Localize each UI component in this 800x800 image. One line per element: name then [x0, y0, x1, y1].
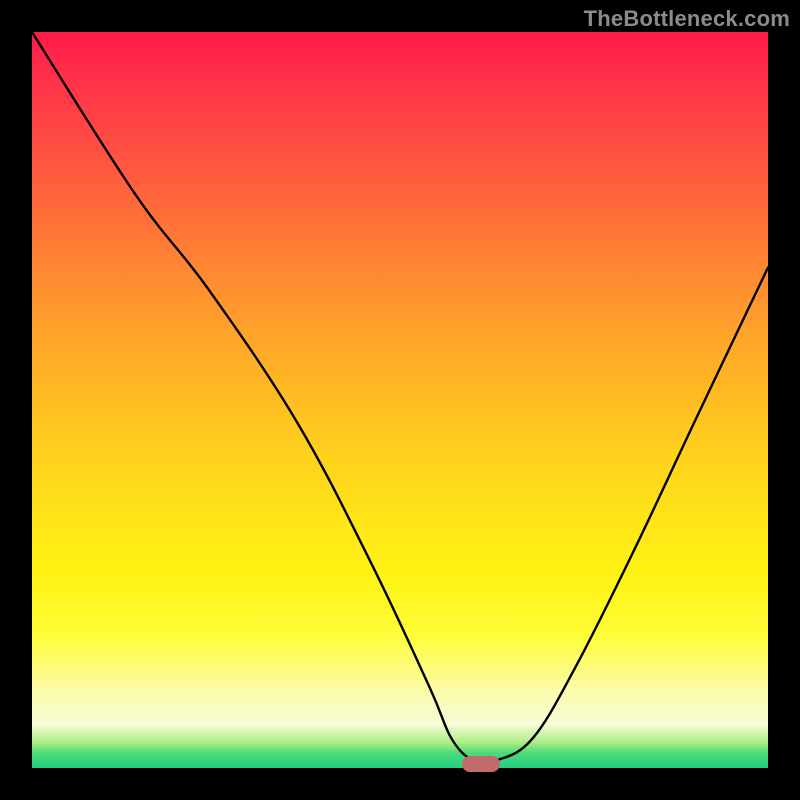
optimal-marker	[462, 756, 500, 772]
watermark-label: TheBottleneck.com	[584, 6, 790, 32]
chart-container: TheBottleneck.com	[0, 0, 800, 800]
curve-svg	[32, 32, 768, 768]
plot-area	[32, 32, 768, 768]
bottleneck-curve-line	[32, 32, 768, 764]
